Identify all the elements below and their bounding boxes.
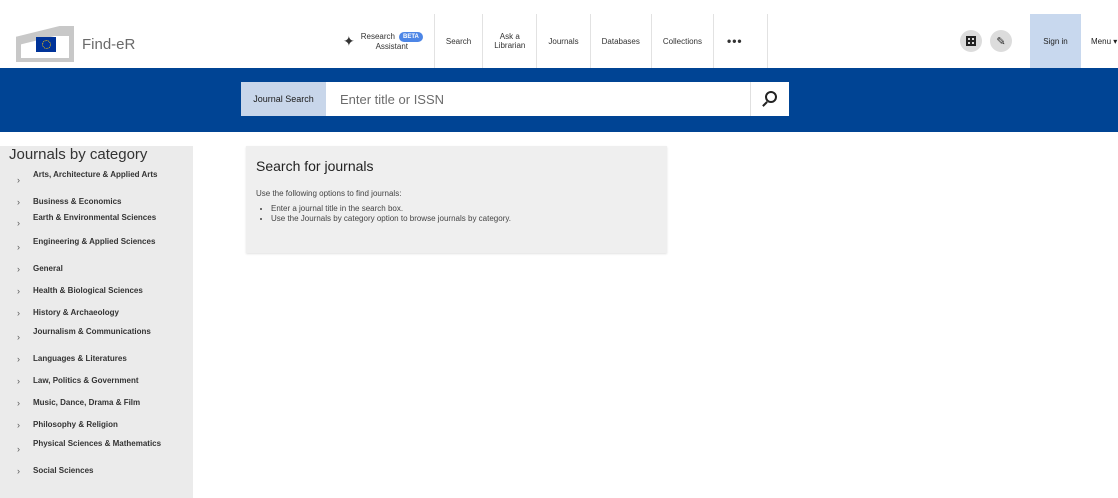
- chevron-right-icon: ›: [17, 444, 20, 454]
- top-navigation: Find-eR ✦ Research BETA Assistant Search …: [0, 14, 1118, 68]
- chevron-right-icon: ›: [17, 218, 20, 228]
- main-nav: ✦ Research BETA Assistant Search Ask a Li…: [332, 14, 768, 68]
- category-item[interactable]: › Arts, Architecture & Applied Arts: [0, 170, 193, 190]
- search-input[interactable]: [326, 82, 750, 116]
- sign-in-button[interactable]: Sign in: [1030, 14, 1081, 68]
- search-band: Journal Search: [0, 68, 1118, 132]
- chevron-right-icon: ›: [17, 286, 20, 296]
- category-item[interactable]: › History & Archaeology: [0, 308, 193, 320]
- nav-databases[interactable]: Databases: [589, 14, 651, 68]
- menu-button[interactable]: Menu ▾: [1081, 14, 1118, 68]
- chevron-right-icon: ›: [17, 175, 20, 185]
- nav-journals[interactable]: Journals: [536, 14, 589, 68]
- chevron-right-icon: ›: [17, 242, 20, 252]
- search-icon: [765, 91, 777, 103]
- list-item: Use the Journals by category option to b…: [271, 214, 511, 224]
- category-item[interactable]: › Music, Dance, Drama & Film: [0, 398, 193, 410]
- category-item[interactable]: › Journalism & Communications: [0, 327, 193, 347]
- page-title: Search for journals: [256, 158, 374, 174]
- eu-flag-icon: [16, 26, 74, 62]
- intro-text: Use the following options to find journa…: [256, 189, 402, 198]
- chevron-right-icon: ›: [17, 354, 20, 364]
- instructions-list: Enter a journal title in the search box.…: [256, 204, 511, 224]
- nav-collections[interactable]: Collections: [650, 14, 713, 68]
- research-assistant-label: Research BETA Assistant: [361, 31, 423, 51]
- nav-ask-a-librarian[interactable]: Ask a Librarian: [482, 14, 536, 68]
- category-item[interactable]: › Languages & Literatures: [0, 354, 193, 366]
- category-item[interactable]: › Physical Sciences & Mathematics: [0, 439, 193, 459]
- category-item[interactable]: › Engineering & Applied Sciences: [0, 237, 193, 257]
- chevron-right-icon: ›: [17, 332, 20, 342]
- category-sidebar: Journals by category › Arts, Architecture…: [0, 146, 193, 498]
- category-item[interactable]: › Health & Biological Sciences: [0, 286, 193, 298]
- chevron-right-icon: ›: [17, 376, 20, 386]
- pin-icon: ✎: [996, 35, 1006, 48]
- more-menu-button[interactable]: •••: [713, 14, 768, 68]
- category-item[interactable]: › Philosophy & Religion: [0, 420, 193, 432]
- pin-button[interactable]: ✎: [990, 30, 1012, 52]
- category-item[interactable]: › General: [0, 264, 193, 276]
- qr-code-button[interactable]: [960, 30, 982, 52]
- category-item[interactable]: › Business & Economics: [0, 197, 193, 209]
- chevron-right-icon: ›: [17, 420, 20, 430]
- chevron-right-icon: ›: [17, 264, 20, 274]
- sparkle-icon: ✦: [343, 32, 355, 49]
- category-item[interactable]: › Social Sciences: [0, 466, 193, 478]
- user-tools: ✎ Sign in Menu ▾: [960, 14, 1118, 68]
- search-button[interactable]: [750, 82, 789, 116]
- sidebar-title: Journals by category: [9, 146, 148, 163]
- ask-librarian-label: Ask a Librarian: [494, 32, 526, 50]
- logo-text: Find-eR: [82, 35, 136, 53]
- qr-code-icon: [966, 36, 976, 46]
- category-item[interactable]: › Law, Politics & Government: [0, 376, 193, 388]
- chevron-right-icon: ›: [17, 398, 20, 408]
- category-item[interactable]: › Earth & Environmental Sciences: [0, 213, 193, 233]
- nav-search[interactable]: Search: [433, 14, 482, 68]
- beta-badge: BETA: [398, 31, 423, 42]
- journal-search-tab[interactable]: Journal Search: [241, 82, 326, 116]
- chevron-right-icon: ›: [17, 466, 20, 476]
- chevron-right-icon: ›: [17, 197, 20, 207]
- nav-research-assistant[interactable]: ✦ Research BETA Assistant: [332, 14, 434, 68]
- list-item: Enter a journal title in the search box.: [271, 204, 511, 214]
- search-for-journals-panel: Search for journals Use the following op…: [246, 146, 667, 253]
- chevron-right-icon: ›: [17, 308, 20, 318]
- category-list: › Arts, Architecture & Applied Arts › Busi…: [0, 170, 193, 478]
- find-er-logo[interactable]: Find-eR: [16, 26, 135, 62]
